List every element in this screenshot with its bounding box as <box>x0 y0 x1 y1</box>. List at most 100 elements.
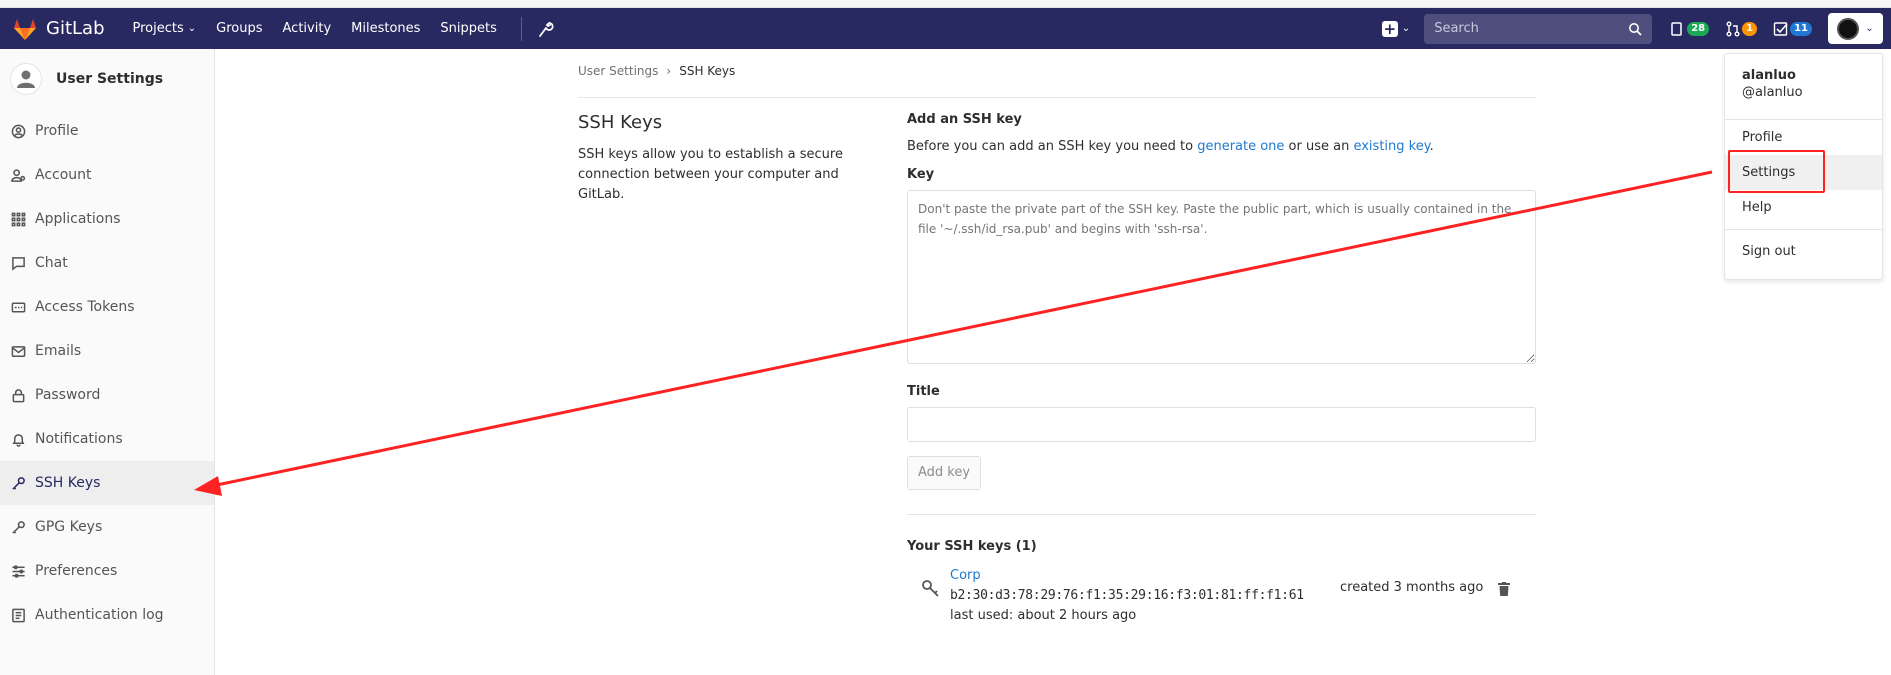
top-navbar: GitLab Projects ⌄ Groups Activity Milest… <box>0 8 1891 49</box>
user-icon <box>17 70 35 88</box>
key-textarea[interactable] <box>907 190 1536 364</box>
chat-icon <box>12 256 25 271</box>
plus-icon: + <box>1381 19 1398 38</box>
brand-name: GitLab <box>46 18 105 39</box>
sidebar-item-label: Profile <box>35 123 79 139</box>
nav-projects-label: Projects <box>132 21 184 36</box>
chevron-down-icon: ⌄ <box>1865 23 1874 34</box>
issues-counter[interactable]: 28 <box>1670 21 1710 37</box>
dropdown-handle: @alanluo <box>1742 85 1803 100</box>
token-icon <box>11 302 26 312</box>
preferences-icon <box>12 564 25 578</box>
merge-request-icon <box>1726 21 1740 36</box>
key-label: Key <box>907 167 935 182</box>
divider <box>907 514 1536 515</box>
sidebar-item-label: Password <box>35 387 101 403</box>
dropdown-username: alanluo <box>1742 68 1796 83</box>
dropdown-item-sign-out[interactable]: Sign out <box>1725 234 1882 269</box>
gitlab-home-link[interactable]: GitLab <box>12 8 105 49</box>
sidebar-item-emails[interactable]: Emails <box>0 329 214 373</box>
sidebar-item-label: Applications <box>35 211 121 227</box>
annotation-highlight-box <box>1728 150 1825 193</box>
nav-links: Projects ⌄ Groups Activity Milestones Sn… <box>133 8 554 49</box>
dropdown-user-info: alanluo @alanluo <box>1725 54 1882 120</box>
search-box[interactable] <box>1424 13 1653 44</box>
sidebar-item-chat[interactable]: Chat <box>0 241 214 285</box>
nav-snippets[interactable]: Snippets <box>440 21 496 36</box>
form-intro: Before you can add an SSH key you need t… <box>907 139 1536 154</box>
breadcrumb-parent[interactable]: User Settings <box>578 64 658 78</box>
settings-sidebar: User Settings Profile Account Applicatio… <box>0 49 215 675</box>
ssh-key-last-used: last used: about 2 hours ago <box>950 608 1137 623</box>
sidebar-item-notifications[interactable]: Notifications <box>0 417 214 461</box>
add-key-button[interactable]: Add key <box>907 456 982 490</box>
page-title: SSH Keys <box>578 112 663 133</box>
sidebar-item-label: Emails <box>35 343 82 359</box>
key-icon <box>12 520 25 534</box>
nav-activity[interactable]: Activity <box>283 21 332 36</box>
sidebar-header[interactable]: User Settings <box>0 49 214 109</box>
todos-count-badge: 11 <box>1790 21 1812 36</box>
sidebar-item-preferences[interactable]: Preferences <box>0 549 214 593</box>
existing-key-link[interactable]: existing key <box>1353 139 1429 154</box>
key-icon <box>922 580 939 597</box>
lock-icon <box>12 388 25 402</box>
sidebar-item-applications[interactable]: Applications <box>0 197 214 241</box>
sidebar-item-gpg-keys[interactable]: GPG Keys <box>0 505 214 549</box>
sidebar-item-label: Authentication log <box>35 607 164 623</box>
sidebar-item-label: Access Tokens <box>35 299 135 315</box>
sidebar-item-access-tokens[interactable]: Access Tokens <box>0 285 214 329</box>
nav-right: + ⌄ 28 1 <box>1381 8 1891 49</box>
issues-count-badge: 28 <box>1687 21 1710 36</box>
sidebar-item-password[interactable]: Password <box>0 373 214 417</box>
title-label: Title <box>907 384 940 399</box>
title-input[interactable] <box>907 407 1536 442</box>
browser-bookmarks-strip <box>0 0 1891 8</box>
sidebar-item-ssh-keys[interactable]: SSH Keys <box>0 461 214 505</box>
bell-icon <box>12 433 25 447</box>
ssh-key-fingerprint: b2:30:d3:78:29:76:f1:35:29:16:f3:01:81:f… <box>950 588 1304 603</box>
nav-groups[interactable]: Groups <box>216 21 262 36</box>
intro-text-after: . <box>1429 139 1434 154</box>
email-icon <box>11 345 26 357</box>
sidebar-item-authentication-log[interactable]: Authentication log <box>0 593 214 637</box>
form-heading: Add an SSH key <box>907 112 1022 127</box>
user-menu-toggle[interactable]: ⌄ <box>1828 13 1883 44</box>
search-icon <box>1629 22 1642 36</box>
sidebar-item-account[interactable]: Account <box>0 153 214 197</box>
key-icon <box>12 476 25 490</box>
ssh-key-name-link[interactable]: Corp <box>950 568 981 583</box>
breadcrumb-current[interactable]: SSH Keys <box>679 64 735 78</box>
your-ssh-keys-heading: Your SSH keys (1) <box>907 539 1037 554</box>
profile-icon <box>11 124 26 138</box>
chevron-down-icon: ⌄ <box>1401 23 1411 34</box>
section-description: SSH keys allow you to establish a secure… <box>578 147 843 202</box>
breadcrumb: User Settings › SSH Keys <box>578 64 1536 98</box>
nav-divider <box>520 16 522 41</box>
section-info: SSH Keys SSH keys allow you to establish… <box>578 112 878 205</box>
new-item-dropdown[interactable]: + ⌄ <box>1381 19 1411 38</box>
merge-requests-count-badge: 1 <box>1742 21 1758 36</box>
trash-icon[interactable] <box>1498 582 1510 596</box>
log-icon <box>12 608 25 622</box>
account-icon <box>11 168 26 182</box>
search-input[interactable] <box>1434 21 1629 36</box>
user-avatar <box>10 63 42 95</box>
nav-milestones[interactable]: Milestones <box>351 21 420 36</box>
generate-one-link[interactable]: generate one <box>1197 139 1284 154</box>
avatar <box>1837 17 1860 40</box>
sidebar-item-profile[interactable]: Profile <box>0 109 214 153</box>
issues-icon <box>1671 21 1682 36</box>
sidebar-item-label: Chat <box>35 255 68 271</box>
admin-wrench-icon[interactable] <box>536 20 554 38</box>
todos-counter[interactable]: 11 <box>1773 21 1812 37</box>
nav-projects[interactable]: Projects ⌄ <box>133 21 197 36</box>
merge-requests-counter[interactable]: 1 <box>1725 21 1758 37</box>
intro-text-middle: or use an <box>1284 139 1354 154</box>
dropdown-item-help[interactable]: Help <box>1725 190 1882 225</box>
ssh-key-created: created 3 months ago <box>1340 580 1484 595</box>
sidebar-item-label: SSH Keys <box>35 475 101 491</box>
dropdown-divider <box>1725 229 1882 230</box>
ssh-key-row: Corp b2:30:d3:78:29:76:f1:35:29:16:f3:01… <box>907 568 1536 628</box>
sidebar-item-label: Notifications <box>35 431 123 447</box>
